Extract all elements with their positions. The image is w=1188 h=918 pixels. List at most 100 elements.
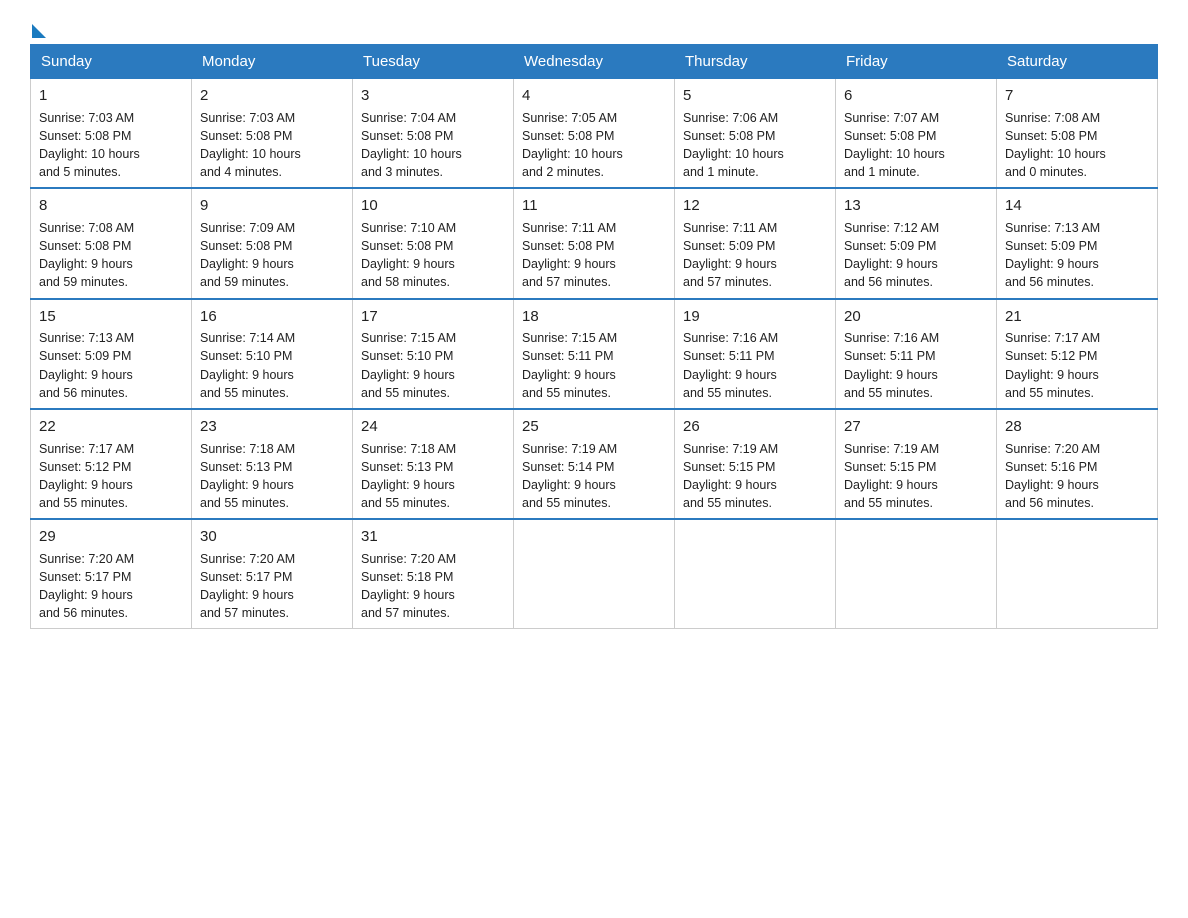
calendar-cell: 15 Sunrise: 7:13 AMSunset: 5:09 PMDayligh… (31, 299, 192, 409)
header-tuesday: Tuesday (353, 45, 514, 79)
day-info: Sunrise: 7:16 AMSunset: 5:11 PMDaylight:… (844, 331, 939, 399)
week-row-5: 29 Sunrise: 7:20 AMSunset: 5:17 PMDayligh… (31, 519, 1158, 629)
calendar-cell: 10 Sunrise: 7:10 AMSunset: 5:08 PMDayligh… (353, 188, 514, 298)
day-info: Sunrise: 7:11 AMSunset: 5:08 PMDaylight:… (522, 221, 616, 289)
calendar-cell: 27 Sunrise: 7:19 AMSunset: 5:15 PMDayligh… (836, 409, 997, 519)
day-number: 10 (361, 195, 505, 217)
day-info: Sunrise: 7:15 AMSunset: 5:10 PMDaylight:… (361, 331, 456, 399)
calendar-header-row: SundayMondayTuesdayWednesdayThursdayFrid… (31, 45, 1158, 79)
day-number: 6 (844, 85, 988, 107)
day-info: Sunrise: 7:08 AMSunset: 5:08 PMDaylight:… (1005, 111, 1106, 179)
day-number: 5 (683, 85, 827, 107)
day-info: Sunrise: 7:19 AMSunset: 5:15 PMDaylight:… (844, 442, 939, 510)
calendar-cell: 20 Sunrise: 7:16 AMSunset: 5:11 PMDayligh… (836, 299, 997, 409)
day-number: 29 (39, 526, 183, 548)
day-number: 11 (522, 195, 666, 217)
day-info: Sunrise: 7:20 AMSunset: 5:18 PMDaylight:… (361, 552, 456, 620)
day-number: 28 (1005, 416, 1149, 438)
day-number: 1 (39, 85, 183, 107)
day-number: 4 (522, 85, 666, 107)
day-number: 9 (200, 195, 344, 217)
day-number: 20 (844, 306, 988, 328)
day-number: 2 (200, 85, 344, 107)
day-number: 25 (522, 416, 666, 438)
calendar-cell: 12 Sunrise: 7:11 AMSunset: 5:09 PMDayligh… (675, 188, 836, 298)
day-info: Sunrise: 7:09 AMSunset: 5:08 PMDaylight:… (200, 221, 295, 289)
day-info: Sunrise: 7:19 AMSunset: 5:15 PMDaylight:… (683, 442, 778, 510)
day-number: 24 (361, 416, 505, 438)
day-info: Sunrise: 7:13 AMSunset: 5:09 PMDaylight:… (39, 331, 134, 399)
day-number: 23 (200, 416, 344, 438)
calendar-cell: 1 Sunrise: 7:03 AMSunset: 5:08 PMDaylight… (31, 79, 192, 189)
calendar-cell: 7 Sunrise: 7:08 AMSunset: 5:08 PMDaylight… (997, 79, 1158, 189)
day-number: 13 (844, 195, 988, 217)
day-info: Sunrise: 7:20 AMSunset: 5:17 PMDaylight:… (200, 552, 295, 620)
day-info: Sunrise: 7:11 AMSunset: 5:09 PMDaylight:… (683, 221, 777, 289)
day-number: 12 (683, 195, 827, 217)
calendar-cell: 9 Sunrise: 7:09 AMSunset: 5:08 PMDaylight… (192, 188, 353, 298)
calendar-cell: 25 Sunrise: 7:19 AMSunset: 5:14 PMDayligh… (514, 409, 675, 519)
header-thursday: Thursday (675, 45, 836, 79)
day-info: Sunrise: 7:16 AMSunset: 5:11 PMDaylight:… (683, 331, 778, 399)
calendar-cell: 19 Sunrise: 7:16 AMSunset: 5:11 PMDayligh… (675, 299, 836, 409)
day-number: 7 (1005, 85, 1149, 107)
day-info: Sunrise: 7:07 AMSunset: 5:08 PMDaylight:… (844, 111, 945, 179)
calendar-cell: 26 Sunrise: 7:19 AMSunset: 5:15 PMDayligh… (675, 409, 836, 519)
day-info: Sunrise: 7:17 AMSunset: 5:12 PMDaylight:… (39, 442, 134, 510)
day-info: Sunrise: 7:06 AMSunset: 5:08 PMDaylight:… (683, 111, 784, 179)
header-friday: Friday (836, 45, 997, 79)
day-number: 15 (39, 306, 183, 328)
day-info: Sunrise: 7:10 AMSunset: 5:08 PMDaylight:… (361, 221, 456, 289)
day-number: 26 (683, 416, 827, 438)
calendar-cell: 13 Sunrise: 7:12 AMSunset: 5:09 PMDayligh… (836, 188, 997, 298)
day-info: Sunrise: 7:05 AMSunset: 5:08 PMDaylight:… (522, 111, 623, 179)
header-monday: Monday (192, 45, 353, 79)
calendar-cell: 18 Sunrise: 7:15 AMSunset: 5:11 PMDayligh… (514, 299, 675, 409)
day-number: 16 (200, 306, 344, 328)
calendar-cell: 29Sunrise: 7:20 AMSunset: 5:17 PMDayligh… (31, 519, 192, 629)
day-info: Sunrise: 7:03 AMSunset: 5:08 PMDaylight:… (200, 111, 301, 179)
header-saturday: Saturday (997, 45, 1158, 79)
day-number: 21 (1005, 306, 1149, 328)
day-number: 17 (361, 306, 505, 328)
day-number: 8 (39, 195, 183, 217)
calendar-cell (514, 519, 675, 629)
day-number: 3 (361, 85, 505, 107)
calendar-cell: 3 Sunrise: 7:04 AMSunset: 5:08 PMDaylight… (353, 79, 514, 189)
day-info: Sunrise: 7:17 AMSunset: 5:12 PMDaylight:… (1005, 331, 1100, 399)
calendar-cell (675, 519, 836, 629)
week-row-1: 1 Sunrise: 7:03 AMSunset: 5:08 PMDaylight… (31, 79, 1158, 189)
calendar-cell: 24 Sunrise: 7:18 AMSunset: 5:13 PMDayligh… (353, 409, 514, 519)
day-number: 19 (683, 306, 827, 328)
day-info: Sunrise: 7:18 AMSunset: 5:13 PMDaylight:… (361, 442, 456, 510)
day-info: Sunrise: 7:04 AMSunset: 5:08 PMDaylight:… (361, 111, 462, 179)
week-row-4: 22 Sunrise: 7:17 AMSunset: 5:12 PMDayligh… (31, 409, 1158, 519)
day-number: 31 (361, 526, 505, 548)
header-sunday: Sunday (31, 45, 192, 79)
calendar-cell: 2 Sunrise: 7:03 AMSunset: 5:08 PMDaylight… (192, 79, 353, 189)
calendar-cell: 17 Sunrise: 7:15 AMSunset: 5:10 PMDayligh… (353, 299, 514, 409)
calendar-cell: 8 Sunrise: 7:08 AMSunset: 5:08 PMDaylight… (31, 188, 192, 298)
day-info: Sunrise: 7:13 AMSunset: 5:09 PMDaylight:… (1005, 221, 1100, 289)
day-number: 22 (39, 416, 183, 438)
calendar-cell: 6 Sunrise: 7:07 AMSunset: 5:08 PMDaylight… (836, 79, 997, 189)
day-number: 18 (522, 306, 666, 328)
week-row-3: 15 Sunrise: 7:13 AMSunset: 5:09 PMDayligh… (31, 299, 1158, 409)
calendar-cell: 4 Sunrise: 7:05 AMSunset: 5:08 PMDaylight… (514, 79, 675, 189)
day-info: Sunrise: 7:03 AMSunset: 5:08 PMDaylight:… (39, 111, 140, 179)
logo-triangle-icon (32, 24, 46, 38)
day-number: 30 (200, 526, 344, 548)
day-info: Sunrise: 7:19 AMSunset: 5:14 PMDaylight:… (522, 442, 617, 510)
calendar-cell: 14 Sunrise: 7:13 AMSunset: 5:09 PMDayligh… (997, 188, 1158, 298)
calendar-cell (997, 519, 1158, 629)
day-number: 14 (1005, 195, 1149, 217)
day-number: 27 (844, 416, 988, 438)
week-row-2: 8 Sunrise: 7:08 AMSunset: 5:08 PMDaylight… (31, 188, 1158, 298)
day-info: Sunrise: 7:12 AMSunset: 5:09 PMDaylight:… (844, 221, 939, 289)
day-info: Sunrise: 7:08 AMSunset: 5:08 PMDaylight:… (39, 221, 134, 289)
day-info: Sunrise: 7:20 AMSunset: 5:16 PMDaylight:… (1005, 442, 1100, 510)
calendar-cell: 23Sunrise: 7:18 AMSunset: 5:13 PMDayligh… (192, 409, 353, 519)
calendar-cell (836, 519, 997, 629)
calendar-cell: 5 Sunrise: 7:06 AMSunset: 5:08 PMDaylight… (675, 79, 836, 189)
day-info: Sunrise: 7:15 AMSunset: 5:11 PMDaylight:… (522, 331, 617, 399)
